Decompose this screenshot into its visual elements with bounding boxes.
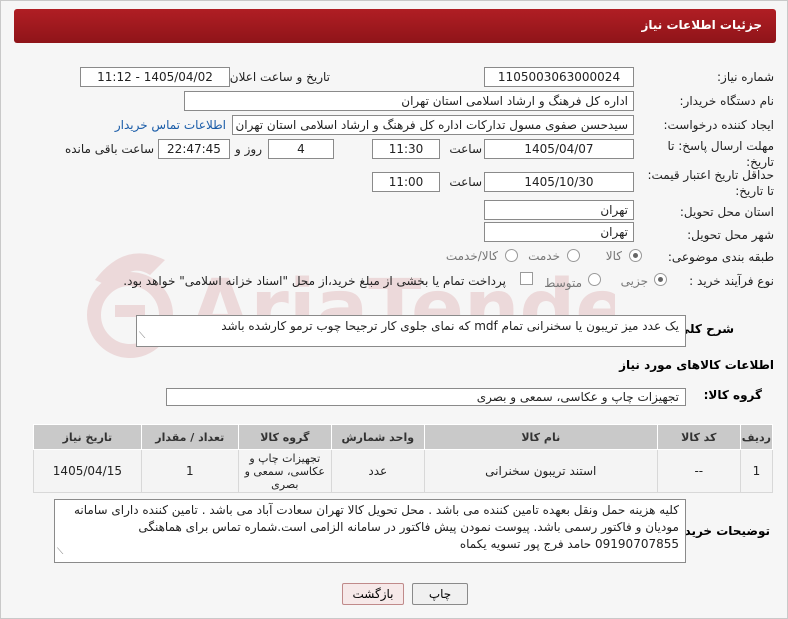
table-header-row: ردیف کد کالا نام کالا واحد شمارش گروه کا… xyxy=(33,424,774,450)
price-time-field: 11:00 xyxy=(372,172,440,192)
reply-time-label: ساعت xyxy=(449,142,482,156)
category-service-label: خدمت xyxy=(528,249,560,263)
reply-time-field: 11:30 xyxy=(372,139,440,159)
buyer-org-field: اداره کل فرهنگ و ارشاد اسلامی استان تهرا… xyxy=(184,91,634,111)
page-header: جزئیات اطلاعات نیاز xyxy=(14,9,776,43)
city-label: شهر محل تحویل: xyxy=(687,228,774,242)
requester-label: ایجاد کننده درخواست: xyxy=(663,118,774,132)
table-row: 1 -- استند تریبون سخنرانی عدد تجهیزات چا… xyxy=(33,449,774,493)
category-goods-service-label: کالا/خدمت xyxy=(445,249,498,263)
need-number-field: 1105003063000024 xyxy=(484,67,634,87)
province-field: تهران xyxy=(484,200,634,220)
price-time-label: ساعت xyxy=(449,175,482,189)
price-date-field: 1405/10/30 xyxy=(484,172,634,192)
category-label: طبقه بندی موضوعی: xyxy=(667,250,774,264)
description-textarea[interactable]: یک عدد میز تریبون یا سخنرانی تمام mdf که… xyxy=(136,315,686,347)
cell-group: تجهیزات چاپ و عکاسی، سمعی و بصری xyxy=(237,449,332,493)
process-label: نوع فرآیند خرید : xyxy=(689,274,774,288)
cell-quantity: 1 xyxy=(140,449,239,493)
process-radio-minor[interactable] xyxy=(654,273,667,286)
col-header-quantity: تعداد / مقدار xyxy=(140,424,239,450)
col-header-group: گروه کالا xyxy=(237,424,332,450)
cell-name: استند تریبون سخنرانی xyxy=(423,449,658,493)
description-text: یک عدد میز تریبون یا سخنرانی تمام mdf که… xyxy=(221,319,679,333)
days-label: روز و xyxy=(235,142,262,156)
col-header-row-number: ردیف xyxy=(739,424,774,450)
category-radio-goods-service[interactable] xyxy=(505,249,518,262)
province-label: استان محل تحویل: xyxy=(679,205,774,219)
col-header-name: نام کالا xyxy=(423,424,658,450)
requester-field: سیدحسن صفوی مسول تدارکات اداره کل فرهنگ … xyxy=(232,115,634,135)
cell-unit: عدد xyxy=(330,449,425,493)
category-goods-label: کالا xyxy=(605,249,622,263)
back-button[interactable]: بازگشت xyxy=(342,583,404,605)
col-header-code: کد کالا xyxy=(656,424,741,450)
announce-field: 1405/04/02 - 11:12 xyxy=(80,67,230,87)
goods-group-field: تجهیزات چاپ و عکاسی، سمعی و بصری xyxy=(166,388,686,406)
buyer-contact-link[interactable]: اطلاعات تماس خریدار xyxy=(115,118,226,132)
need-number-label: شماره نیاز: xyxy=(717,70,774,84)
treasury-note: پرداخت تمام یا بخشی از مبلغ خرید،از محل … xyxy=(123,274,506,288)
buyer-notes-text: کلیه هزینه حمل ونقل بعهده تامین کننده می… xyxy=(73,503,679,551)
treasury-checkbox[interactable] xyxy=(520,272,533,285)
page-title: جزئیات اطلاعات نیاز xyxy=(641,18,762,32)
cell-need-date: 1405/04/15 xyxy=(33,449,142,493)
goods-section-title: اطلاعات کالاهای مورد نیاز xyxy=(619,358,774,372)
cell-code: -- xyxy=(656,449,741,493)
resize-grip-icon[interactable]: ⟋ xyxy=(57,544,63,561)
reply-deadline-label: مهلت ارسال پاسخ: تا تاریخ: xyxy=(667,139,774,169)
process-medium-label: متوسط xyxy=(544,276,582,290)
cell-row-number: 1 xyxy=(739,449,774,493)
remaining-time-field: 22:47:45 xyxy=(158,139,230,159)
buyer-notes-textarea[interactable]: کلیه هزینه حمل ونقل بعهده تامین کننده می… xyxy=(54,499,686,563)
remaining-label: ساعت باقی مانده xyxy=(64,142,154,156)
days-field: 4 xyxy=(268,139,334,159)
goods-table: ردیف کد کالا نام کالا واحد شمارش گروه کا… xyxy=(33,424,774,493)
price-validity-label: حداقل تاریخ اعتبار قیمت: تا تاریخ: xyxy=(647,168,774,198)
goods-group-label: گروه کالا: xyxy=(703,388,762,402)
col-header-unit: واحد شمارش xyxy=(330,424,425,450)
category-radio-goods[interactable] xyxy=(629,249,642,262)
process-radio-medium[interactable] xyxy=(588,273,601,286)
reply-date-field: 1405/04/07 xyxy=(484,139,634,159)
resize-grip-icon[interactable]: ⟋ xyxy=(139,328,145,345)
category-radio-service[interactable] xyxy=(567,249,580,262)
col-header-need-date: تاریخ نیاز xyxy=(33,424,142,450)
city-field: تهران xyxy=(484,222,634,242)
print-button[interactable]: چاپ xyxy=(412,583,468,605)
buyer-org-label: نام دستگاه خریدار: xyxy=(679,94,775,108)
process-minor-label: جزیی xyxy=(620,274,648,288)
